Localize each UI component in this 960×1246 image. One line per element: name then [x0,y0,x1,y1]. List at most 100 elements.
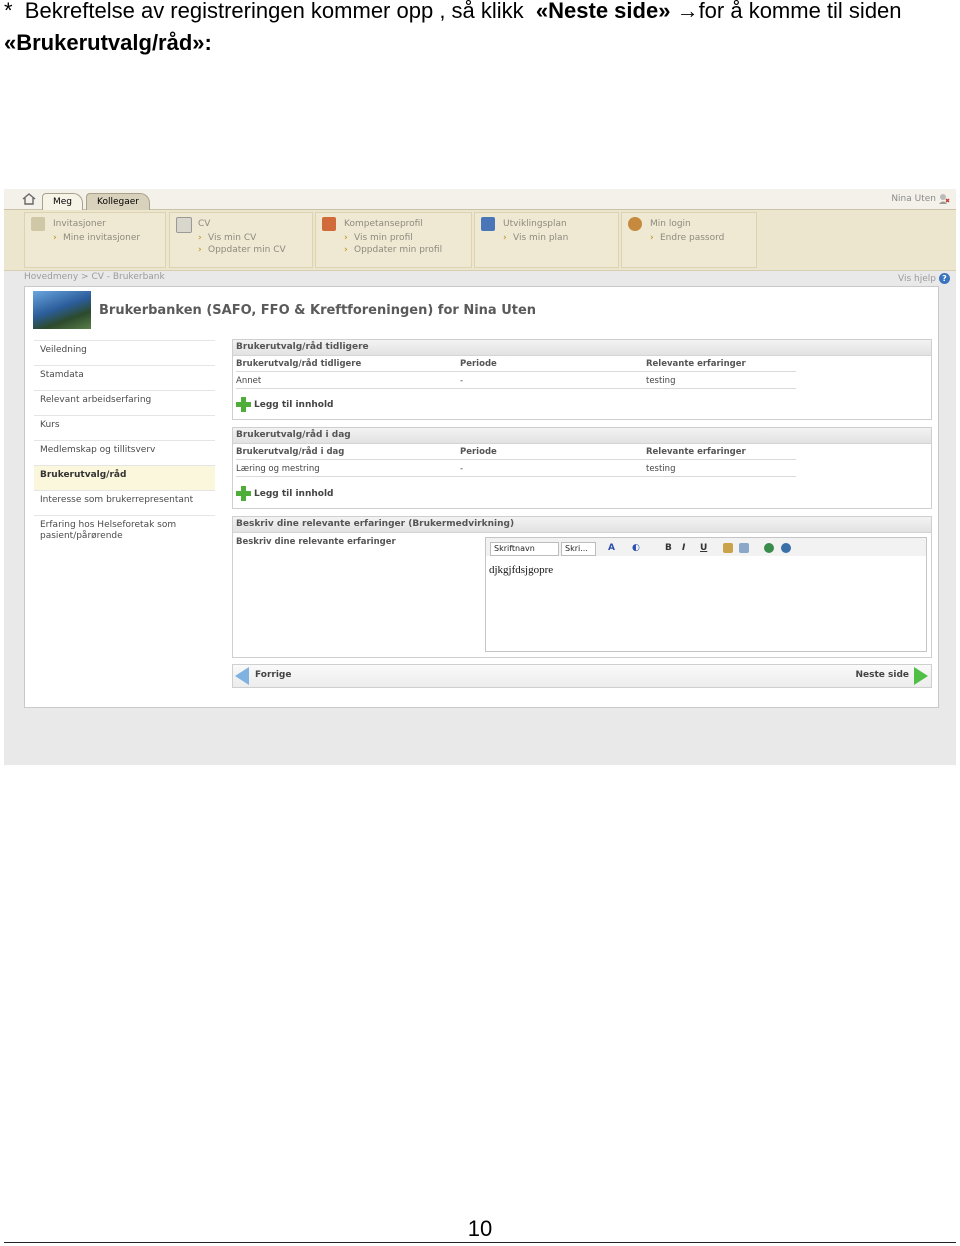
user-name: Nina Uten [891,194,936,204]
add-content-label: Legg til innhold [254,489,334,499]
section-title: Brukerutvalg/råd tidligere [233,340,931,356]
breadcrumb[interactable]: Hovedmeny > CV - Brukerbank [24,272,165,282]
menu-kompetanseprofil: Kompetanseprofil Vis min profil Oppdater… [315,212,472,268]
table-cell: testing [646,376,676,386]
table-cell: - [460,376,464,386]
section-title: Beskriv dine relevante erfaringer (Bruke… [233,517,931,533]
sidebar-item-erfaring-helseforetak[interactable]: Erfaring hos Helseforetak som pasient/på… [34,515,215,546]
menu-link[interactable]: Mine invitasjoner [53,233,140,243]
profile-icon [322,217,336,231]
paste-word-icon[interactable] [739,543,749,553]
table-cell[interactable]: Læring og mestring [236,464,320,474]
column-header: Brukerutvalg/råd i dag [236,447,345,457]
italic-icon[interactable]: I [682,543,685,553]
menu-title[interactable]: Min login [650,219,691,229]
plus-icon [236,486,251,501]
bold-icon[interactable]: B [665,543,672,553]
field-label: Beskriv dine relevante erfaringer [236,537,396,547]
menu-title[interactable]: Kompetanseprofil [344,219,423,229]
app-screenshot: Meg Kollegaer Nina Uten Invitasjoner Min… [4,189,956,765]
sidebar-item-veiledning[interactable]: Veiledning [34,340,215,365]
sidebar-item-interesse[interactable]: Interesse som brukerrepresentant [34,490,215,515]
tab-meg[interactable]: Meg [42,193,84,210]
divider [236,371,796,372]
menu-link[interactable]: Oppdater min profil [344,245,442,255]
menu-link[interactable]: Vis min profil [344,233,413,243]
table-cell: testing [646,464,676,474]
instruction-text-after: for å komme til siden [698,0,902,23]
size-select[interactable]: Skri... [561,542,596,556]
instruction-line-2: «Brukerutvalg/råd»: [4,30,212,55]
menu-utviklingsplan: Utviklingsplan Vis min plan [474,212,619,268]
section-i-dag: Brukerutvalg/råd i dag Brukerutvalg/råd … [232,427,932,509]
arrow-icon: → [676,0,699,23]
page-title: Brukerbanken (SAFO, FFO & Kreftforeninge… [99,303,537,318]
table-cell[interactable]: Annet [236,376,261,386]
column-header: Brukerutvalg/råd tidligere [236,359,362,369]
column-header: Periode [460,447,497,457]
column-header: Relevante erfaringer [646,359,746,369]
section-title: Brukerutvalg/råd i dag [233,428,931,444]
editor-toolbar: Skriftnavn Skri... A ◐ B I U [486,538,926,556]
cv-icon [176,217,192,233]
font-select[interactable]: Skriftnavn [490,542,559,556]
plus-icon [236,397,251,412]
add-content-button[interactable]: Legg til innhold [236,486,333,501]
rich-text-editor[interactable]: Skriftnavn Skri... A ◐ B I U djkgjfdsjgo… [485,537,927,652]
main-menu: Invitasjoner Mine invitasjoner CV Vis mi… [4,210,956,271]
menu-invitasjoner: Invitasjoner Mine invitasjoner [24,212,166,268]
header-photo [33,291,91,329]
link-icon[interactable] [764,543,774,553]
paste-icon[interactable] [723,543,733,553]
logout-icon[interactable] [938,193,950,205]
menu-link[interactable]: Vis min CV [198,233,256,243]
section-tidligere: Brukerutvalg/råd tidligere Brukerutvalg/… [232,339,932,420]
divider [236,476,796,477]
arrow-right-icon[interactable] [914,667,928,685]
highlight-icon[interactable]: ◐ [632,543,640,553]
sidebar-item-brukerutvalg[interactable]: Brukerutvalg/råd [34,465,215,490]
instruction-line-1: * Bekreftelse av registreringen kommer o… [4,0,902,26]
help-icon[interactable]: ? [939,273,950,284]
tab-kollegaer[interactable]: Kollegaer [86,193,150,210]
menu-min-login: Min login Endre passord [621,212,757,268]
font-color-icon[interactable]: A [608,543,615,553]
sidebar-item-stamdata[interactable]: Stamdata [34,365,215,390]
page-number: 10 [467,1216,493,1241]
bullet: * [4,0,13,23]
invitation-icon [31,217,45,231]
divider [236,459,796,460]
section-beskriv: Beskriv dine relevante erfaringer (Bruke… [232,516,932,658]
instruction-text: Bekreftelse av registreringen kommer opp… [24,0,524,23]
sidebar-item-medlemskap[interactable]: Medlemskap og tillitsverv [34,440,215,465]
menu-link[interactable]: Endre passord [650,233,724,243]
neste-side-ref: «Neste side» [535,0,671,23]
home-icon[interactable] [22,193,36,205]
column-header: Relevante erfaringer [646,447,746,457]
menu-title[interactable]: Utviklingsplan [503,219,567,229]
menu-title[interactable]: CV [198,219,210,229]
sidebar-item-kurs[interactable]: Kurs [34,415,215,440]
divider [236,388,796,389]
arrow-left-icon[interactable] [235,667,249,685]
sidebar-item-arbeidserfaring[interactable]: Relevant arbeidserfaring [34,390,215,415]
column-header: Periode [460,359,497,369]
editor-content[interactable]: djkgjfdsjgopre [489,564,553,576]
help-link[interactable]: Vis hjelp [898,274,936,284]
menu-title[interactable]: Invitasjoner [53,219,106,229]
menu-cv: CV Vis min CV Oppdater min CV [169,212,313,268]
table-cell: - [460,464,464,474]
login-icon [628,217,642,231]
page-navigation: Forrige Neste side [232,664,932,688]
menu-link[interactable]: Oppdater min CV [198,245,286,255]
unlink-icon[interactable] [781,543,791,553]
plan-icon [481,217,495,231]
footer-rule [4,1242,956,1243]
next-page-button[interactable]: Neste side [855,670,909,680]
content-panel: Brukerbanken (SAFO, FFO & Kreftforeninge… [24,286,939,708]
previous-button[interactable]: Forrige [255,670,291,680]
add-content-label: Legg til innhold [254,400,334,410]
underline-icon[interactable]: U [700,543,707,553]
add-content-button[interactable]: Legg til innhold [236,397,333,412]
menu-link[interactable]: Vis min plan [503,233,568,243]
